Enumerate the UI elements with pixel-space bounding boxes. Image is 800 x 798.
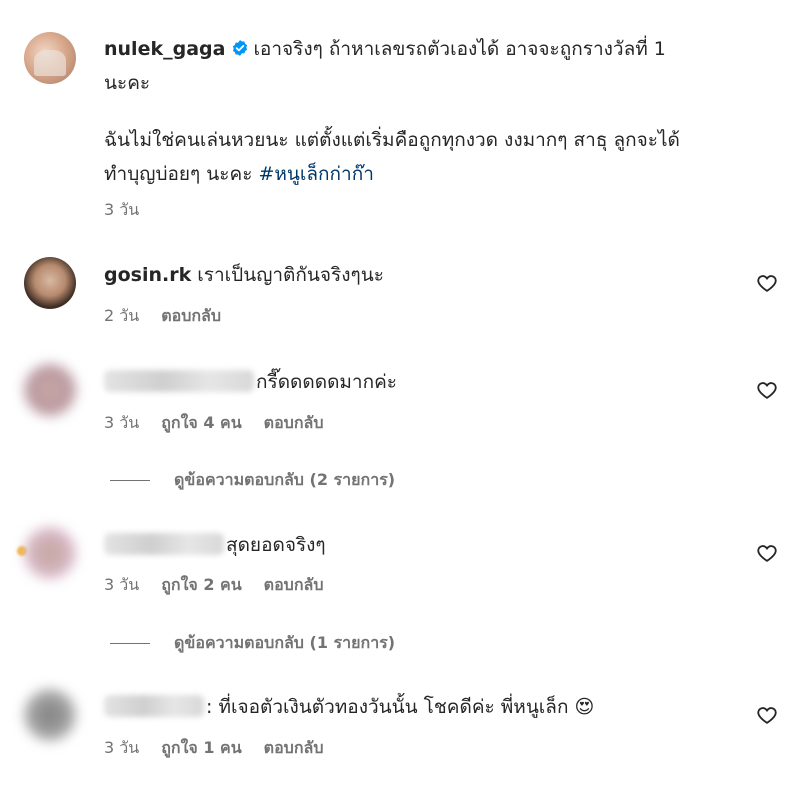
- hashtag-link[interactable]: #หนูเล็กก่าก๊า: [258, 163, 373, 185]
- comment-meta: 2 วัน ตอบกลับ: [104, 304, 243, 329]
- divider: [110, 480, 150, 481]
- avatar[interactable]: [24, 32, 76, 84]
- comment-text: เราเป็นญาติกันจริงๆนะ: [197, 264, 384, 286]
- comment-time[interactable]: 2 วัน: [104, 306, 139, 325]
- comment-text: ทำบุญบ่อยๆ นะคะ: [104, 163, 253, 185]
- comment-text-line: ทำบุญบ่อยๆ นะคะ #หนูเล็กก่าก๊า: [104, 157, 374, 191]
- heart-outline-icon[interactable]: [756, 542, 778, 564]
- comment-meta: 3 วัน ถูกใจ 1 คน ตอบกลับ: [104, 736, 345, 761]
- comment-text-line: gosin.rk เราเป็นญาติกันจริงๆนะ: [104, 258, 384, 292]
- likes-count[interactable]: ถูกใจ 1 คน: [161, 738, 241, 757]
- reply-button[interactable]: ตอบกลับ: [264, 413, 324, 432]
- comment-time[interactable]: 3 วัน: [104, 575, 139, 594]
- comment-text: : ที่เจอตัวเงินตัวทองวันนั้น โชคดีค่ะ พี…: [206, 696, 595, 718]
- view-replies-button[interactable]: ดูข้อความตอบกลับ (2 รายการ): [110, 468, 395, 493]
- avatar[interactable]: [24, 364, 76, 416]
- view-replies-button[interactable]: ดูข้อความตอบกลับ (1 รายการ): [110, 631, 395, 656]
- blurred-username[interactable]: [104, 695, 204, 717]
- likes-count[interactable]: ถูกใจ 4 คน: [161, 413, 241, 432]
- comment-time[interactable]: 3 วัน: [104, 413, 139, 432]
- reply-button[interactable]: ตอบกลับ: [161, 306, 221, 325]
- comment-text: ฉันไม่ใช่คนเล่นหวยนะ แต่ตั้งแต่เริ่มคือถ…: [104, 129, 680, 151]
- blurred-username[interactable]: [104, 533, 224, 555]
- heart-outline-icon[interactable]: [756, 379, 778, 401]
- comment-text: นะคะ: [104, 72, 151, 94]
- comment-meta: 3 วัน ถูกใจ 2 คน ตอบกลับ: [104, 573, 345, 598]
- comment-time[interactable]: 3 วัน: [104, 200, 139, 219]
- likes-count[interactable]: ถูกใจ 2 คน: [161, 575, 241, 594]
- reply-button[interactable]: ตอบกลับ: [264, 738, 324, 757]
- comment-text-line: : ที่เจอตัวเงินตัวทองวันนั้น โชคดีค่ะ พี…: [104, 690, 594, 724]
- view-replies-label: ดูข้อความตอบกลับ (1 รายการ): [174, 633, 396, 652]
- avatar[interactable]: [24, 527, 76, 579]
- comment-text: สุดยอดจริงๆ: [226, 534, 326, 556]
- comment-meta: 3 วัน: [104, 198, 161, 223]
- username[interactable]: nulek_gaga: [104, 38, 225, 60]
- comment-text-line: สุดยอดจริงๆ: [104, 528, 326, 562]
- divider: [110, 643, 150, 644]
- comment-meta: 3 วัน ถูกใจ 4 คน ตอบกลับ: [104, 411, 345, 436]
- heart-outline-icon[interactable]: [756, 272, 778, 294]
- username[interactable]: gosin.rk: [104, 264, 191, 286]
- blurred-username[interactable]: [104, 370, 254, 392]
- heart-outline-icon[interactable]: [756, 704, 778, 726]
- comment-text: กรี๊ดดดดดมากค่ะ: [256, 371, 398, 393]
- avatar[interactable]: [24, 257, 76, 309]
- reply-button[interactable]: ตอบกลับ: [264, 575, 324, 594]
- view-replies-label: ดูข้อความตอบกลับ (2 รายการ): [174, 470, 396, 489]
- avatar[interactable]: [24, 689, 76, 741]
- comment-text: เอาจริงๆ ถ้าหาเลขรถตัวเองได้ อาจจะถูกราง…: [253, 38, 666, 60]
- comment-text-line: nulek_gaga เอาจริงๆ ถ้าหาเลขรถตัวเองได้ อ…: [104, 32, 666, 66]
- comment-time[interactable]: 3 วัน: [104, 738, 139, 757]
- comment-text-line: กรี๊ดดดดดมากค่ะ: [104, 365, 397, 399]
- verified-badge-icon: [233, 40, 248, 56]
